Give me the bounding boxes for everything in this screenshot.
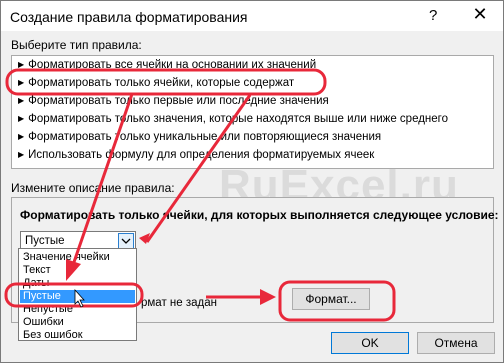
rule-type-item[interactable]: ▶ Форматировать только уникальные или пов…	[18, 131, 381, 148]
format-button[interactable]: Формат...	[292, 288, 370, 310]
rule-type-item[interactable]: ▶ Форматировать только значения, которые …	[18, 113, 448, 130]
dropdown-option[interactable]: Без ошибок	[20, 329, 135, 342]
rule-type-item[interactable]: ▶ Форматировать только первые или последн…	[18, 95, 329, 112]
rule-type-label: Выберите тип правила:	[11, 38, 142, 52]
rule-type-item[interactable]: ▶ Форматировать все ячейки на основании и…	[18, 59, 316, 76]
dialog-title: Создание правила форматирования	[10, 9, 248, 25]
triangle-icon: ▶	[18, 60, 25, 69]
ok-button[interactable]: OK	[331, 332, 409, 354]
close-icon[interactable]: ✕	[468, 4, 492, 26]
chevron-down-icon[interactable]	[118, 233, 134, 249]
dropdown-option[interactable]: Непустые	[20, 303, 135, 316]
dropdown-option[interactable]: Текст	[20, 264, 135, 277]
dropdown-option[interactable]: Значение ячейки	[20, 251, 135, 264]
description-heading: Форматировать только ячейки, для которых…	[20, 208, 499, 222]
format-preview: рмат не задан	[141, 297, 217, 309]
triangle-icon: ▶	[18, 132, 25, 141]
triangle-icon: ▶	[18, 96, 25, 105]
dropdown-option[interactable]: Ошибки	[20, 316, 135, 329]
dropdown-option-selected[interactable]: Пустые	[20, 290, 135, 303]
format-rule-dialog: Создание правила форматирования ? ✕ Выбе…	[0, 0, 504, 363]
cancel-button[interactable]: Отмена	[417, 332, 495, 354]
rule-type-item-selected[interactable]: ▶ Форматировать только ячейки, которые со…	[18, 77, 294, 94]
triangle-icon: ▶	[18, 150, 25, 159]
dropdown-option[interactable]: Даты	[20, 277, 135, 290]
triangle-icon: ▶	[18, 114, 25, 123]
title-bar: Создание правила форматирования ? ✕	[1, 1, 503, 31]
description-label: Измените описание правила:	[11, 181, 175, 195]
help-icon[interactable]: ?	[429, 7, 437, 24]
triangle-icon: ▶	[18, 78, 25, 87]
combo-value: Пустые	[25, 235, 65, 247]
rule-type-list: ▶ Форматировать все ячейки на основании и…	[11, 55, 494, 169]
condition-dropdown: Значение ячейки Текст Даты Пустые Непуст…	[18, 248, 137, 341]
